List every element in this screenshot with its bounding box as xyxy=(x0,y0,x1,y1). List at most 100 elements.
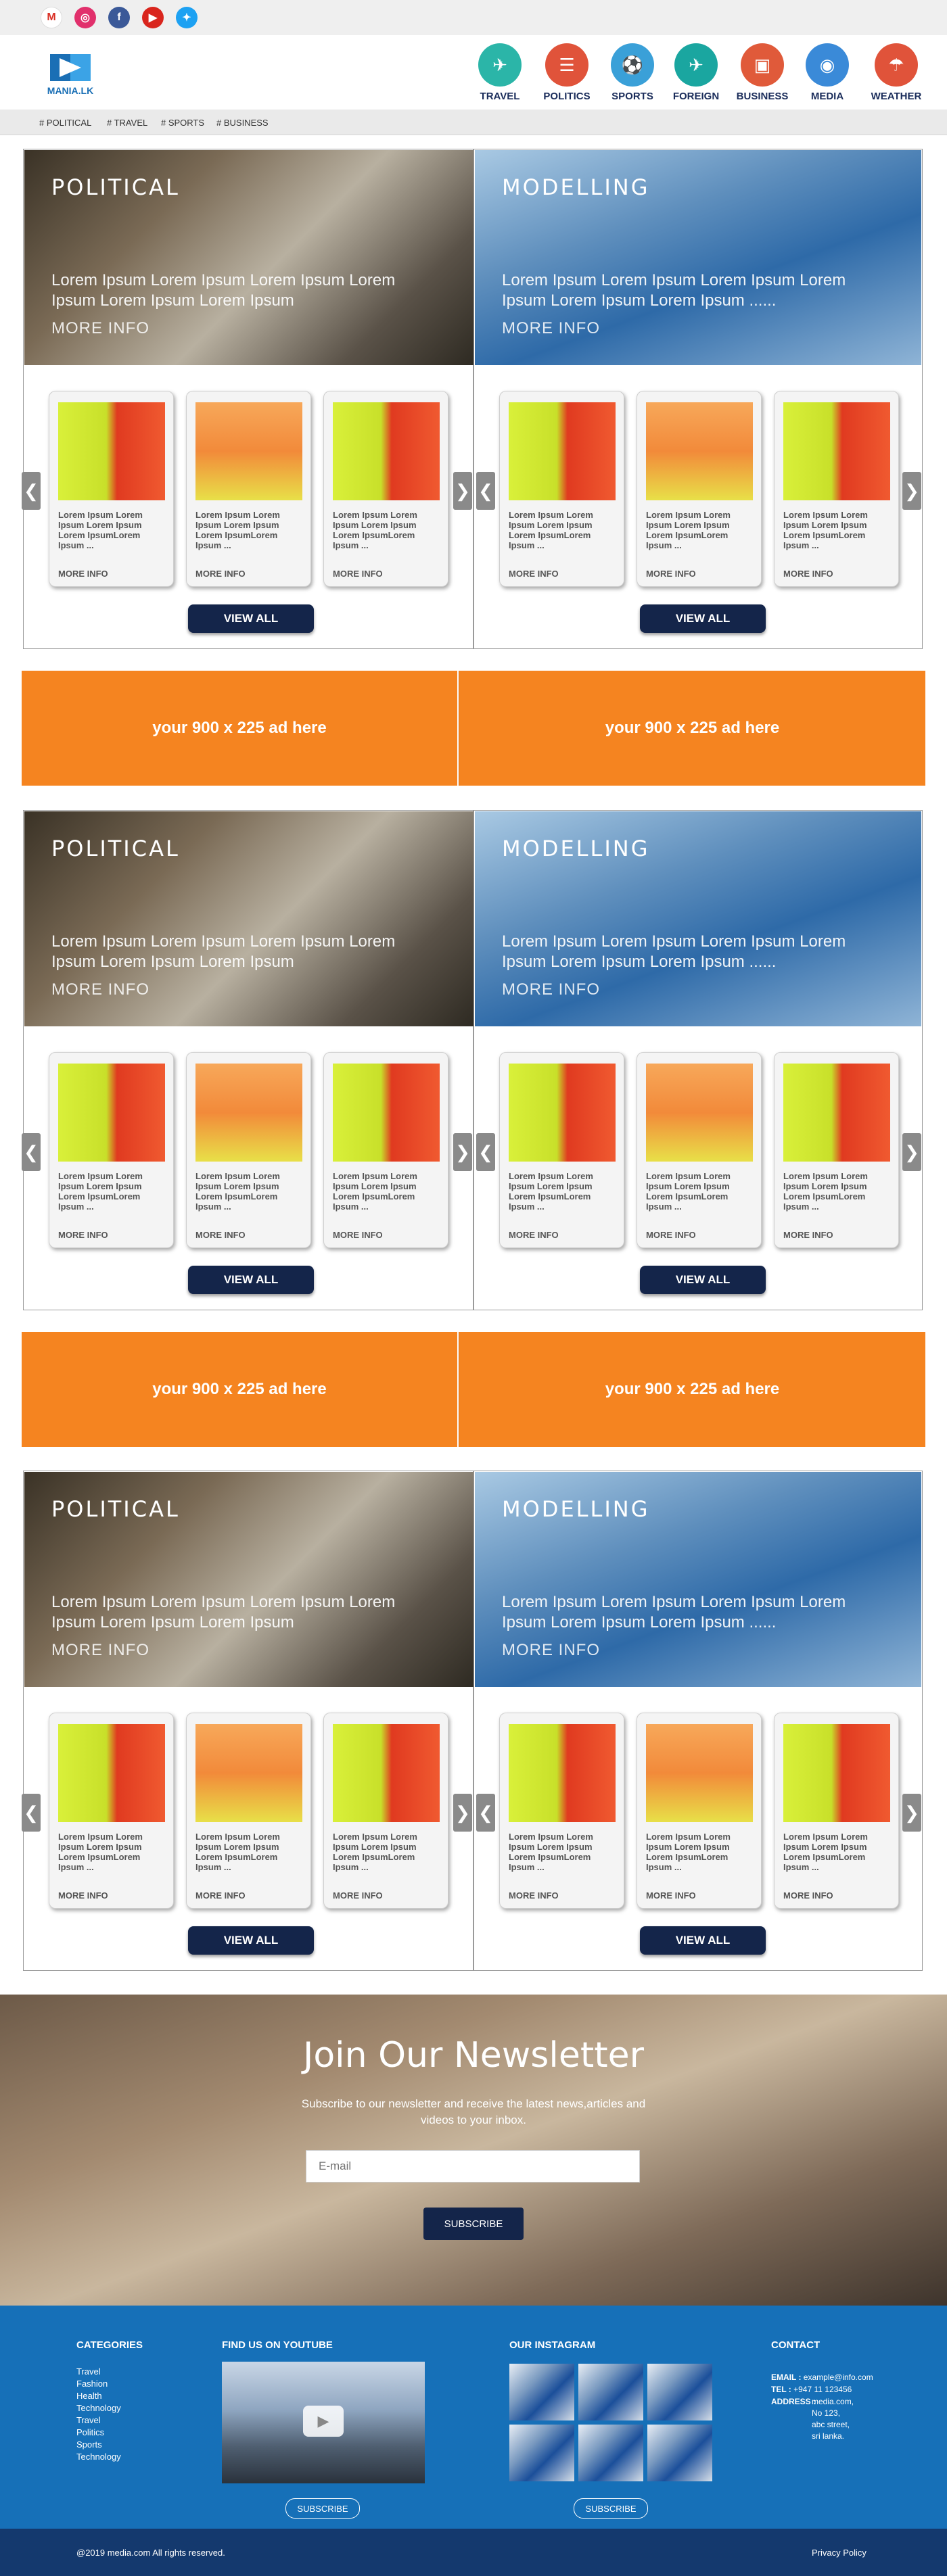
card-more-info[interactable]: MORE INFO xyxy=(333,569,383,579)
instagram-thumbnail[interactable] xyxy=(578,2425,643,2481)
hero-modelling[interactable]: MODELLING Lorem Ipsum Lorem Ipsum Lorem I… xyxy=(475,1472,921,1687)
tag-sports[interactable]: # SPORTS xyxy=(161,118,204,128)
footer-category-link[interactable]: Politics xyxy=(76,2427,104,2437)
article-card[interactable]: Lorem Ipsum Lorem Ipsum Lorem Ipsum Lore… xyxy=(774,1052,899,1248)
card-more-info[interactable]: MORE INFO xyxy=(333,1890,383,1901)
view-all-button[interactable]: VIEW ALL xyxy=(188,1266,314,1294)
view-all-button[interactable]: VIEW ALL xyxy=(640,604,766,633)
carousel-next-arrow[interactable]: ❯ xyxy=(453,1794,472,1832)
view-all-button[interactable]: VIEW ALL xyxy=(188,1926,314,1955)
ad-banner[interactable]: your 900 x 225 ad here xyxy=(459,671,925,786)
footer-category-link[interactable]: Sports xyxy=(76,2439,102,2450)
card-more-info[interactable]: MORE INFO xyxy=(58,1890,108,1901)
instagram-thumbnail[interactable] xyxy=(509,2364,574,2420)
card-more-info[interactable]: MORE INFO xyxy=(509,1230,559,1240)
nav-item-travel[interactable]: ✈ TRAVEL xyxy=(469,43,530,102)
tag-travel[interactable]: # TRAVEL xyxy=(107,118,147,128)
tag-political[interactable]: # POLITICAL xyxy=(39,118,91,128)
footer-category-link[interactable]: Travel xyxy=(76,2366,101,2377)
privacy-link[interactable]: Privacy Policy xyxy=(812,2548,867,2558)
article-card[interactable]: Lorem Ipsum Lorem Ipsum Lorem Ipsum Lore… xyxy=(49,1713,174,1909)
card-more-info[interactable]: MORE INFO xyxy=(58,569,108,579)
card-more-info[interactable]: MORE INFO xyxy=(58,1230,108,1240)
article-card[interactable]: Lorem Ipsum Lorem Ipsum Lorem Ipsum Lore… xyxy=(499,391,624,587)
article-card[interactable]: Lorem Ipsum Lorem Ipsum Lorem Ipsum Lore… xyxy=(49,391,174,587)
card-more-info[interactable]: MORE INFO xyxy=(783,1890,833,1901)
instagram-thumbnail[interactable] xyxy=(647,2364,712,2420)
hero-political[interactable]: POLITICAL Lorem Ipsum Lorem Ipsum Lorem I… xyxy=(24,811,473,1026)
twitter-icon[interactable]: ✦ xyxy=(176,7,198,28)
instagram-thumbnail[interactable] xyxy=(578,2364,643,2420)
carousel-prev-arrow[interactable]: ❮ xyxy=(22,1794,41,1832)
nav-item-media[interactable]: ◉ MEDIA xyxy=(797,43,858,102)
card-more-info[interactable]: MORE INFO xyxy=(646,1230,696,1240)
article-card[interactable]: Lorem Ipsum Lorem Ipsum Lorem Ipsum Lore… xyxy=(774,391,899,587)
footer-category-link[interactable]: Technology xyxy=(76,2403,121,2413)
nav-item-sports[interactable]: ⚽ SPORTS xyxy=(602,43,663,102)
card-more-info[interactable]: MORE INFO xyxy=(509,569,559,579)
article-card[interactable]: Lorem Ipsum Lorem Ipsum Lorem Ipsum Lore… xyxy=(186,391,311,587)
email-field[interactable] xyxy=(306,2150,640,2183)
youtube-video-thumbnail[interactable]: ▶ xyxy=(222,2362,425,2483)
ad-banner[interactable]: your 900 x 225 ad here xyxy=(459,1332,925,1447)
article-card[interactable]: Lorem Ipsum Lorem Ipsum Lorem Ipsum Lore… xyxy=(637,391,762,587)
view-all-button[interactable]: VIEW ALL xyxy=(188,604,314,633)
card-more-info[interactable]: MORE INFO xyxy=(195,1230,246,1240)
article-card[interactable]: Lorem Ipsum Lorem Ipsum Lorem Ipsum Lore… xyxy=(186,1052,311,1248)
more-info-link[interactable]: MORE INFO xyxy=(51,980,149,999)
youtube-icon[interactable]: ▶ xyxy=(142,7,164,28)
gmail-icon[interactable]: M xyxy=(41,7,62,28)
article-card[interactable]: Lorem Ipsum Lorem Ipsum Lorem Ipsum Lore… xyxy=(499,1052,624,1248)
more-info-link[interactable]: MORE INFO xyxy=(51,319,149,338)
carousel-next-arrow[interactable]: ❯ xyxy=(453,472,472,510)
article-card[interactable]: Lorem Ipsum Lorem Ipsum Lorem Ipsum Lore… xyxy=(323,391,448,587)
instagram-thumbnail[interactable] xyxy=(647,2425,712,2481)
footer-category-link[interactable]: Fashion xyxy=(76,2379,108,2389)
youtube-subscribe-button[interactable]: SUBSCRIBE xyxy=(285,2498,360,2519)
email-value[interactable]: example@info.com xyxy=(804,2372,873,2382)
nav-item-politics[interactable]: ☰ POLITICS xyxy=(536,43,597,102)
tag-business[interactable]: # BUSINESS xyxy=(216,118,269,128)
footer-category-link[interactable]: Travel xyxy=(76,2415,101,2425)
card-more-info[interactable]: MORE INFO xyxy=(783,569,833,579)
card-more-info[interactable]: MORE INFO xyxy=(646,569,696,579)
article-card[interactable]: Lorem Ipsum Lorem Ipsum Lorem Ipsum Lore… xyxy=(637,1713,762,1909)
view-all-button[interactable]: VIEW ALL xyxy=(640,1266,766,1294)
carousel-prev-arrow[interactable]: ❮ xyxy=(22,472,41,510)
card-more-info[interactable]: MORE INFO xyxy=(646,1890,696,1901)
nav-item-weather[interactable]: ☂ WEATHER xyxy=(866,43,927,102)
card-more-info[interactable]: MORE INFO xyxy=(195,569,246,579)
article-card[interactable]: Lorem Ipsum Lorem Ipsum Lorem Ipsum Lore… xyxy=(323,1713,448,1909)
carousel-prev-arrow[interactable]: ❮ xyxy=(22,1133,41,1171)
instagram-icon[interactable]: ◎ xyxy=(74,7,96,28)
carousel-next-arrow[interactable]: ❯ xyxy=(453,1133,472,1171)
card-more-info[interactable]: MORE INFO xyxy=(509,1890,559,1901)
more-info-link[interactable]: MORE INFO xyxy=(502,1641,600,1660)
carousel-next-arrow[interactable]: ❯ xyxy=(902,1794,921,1832)
nav-item-business[interactable]: ▣ BUSINESS xyxy=(732,43,793,102)
hero-political[interactable]: POLITICAL Lorem Ipsum Lorem Ipsum Lorem I… xyxy=(24,1472,473,1687)
article-card[interactable]: Lorem Ipsum Lorem Ipsum Lorem Ipsum Lore… xyxy=(49,1052,174,1248)
article-card[interactable]: Lorem Ipsum Lorem Ipsum Lorem Ipsum Lore… xyxy=(637,1052,762,1248)
more-info-link[interactable]: MORE INFO xyxy=(51,1641,149,1660)
hero-modelling[interactable]: MODELLING Lorem Ipsum Lorem Ipsum Lorem I… xyxy=(475,150,921,365)
instagram-subscribe-button[interactable]: SUBSCRIBE xyxy=(574,2498,648,2519)
hero-political[interactable]: POLITICAL Lorem Ipsum Lorem Ipsum Lorem I… xyxy=(24,150,473,365)
hero-modelling[interactable]: MODELLING Lorem Ipsum Lorem Ipsum Lorem I… xyxy=(475,811,921,1026)
ad-banner[interactable]: your 900 x 225 ad here xyxy=(22,671,457,786)
article-card[interactable]: Lorem Ipsum Lorem Ipsum Lorem Ipsum Lore… xyxy=(774,1713,899,1909)
carousel-next-arrow[interactable]: ❯ xyxy=(902,472,921,510)
card-more-info[interactable]: MORE INFO xyxy=(783,1230,833,1240)
ad-banner[interactable]: your 900 x 225 ad here xyxy=(22,1332,457,1447)
nav-item-foreign[interactable]: ✈ FOREIGN xyxy=(666,43,726,102)
logo[interactable]: MANIA.LK xyxy=(39,50,101,97)
card-more-info[interactable]: MORE INFO xyxy=(195,1890,246,1901)
footer-category-link[interactable]: Technology xyxy=(76,2452,121,2462)
article-card[interactable]: Lorem Ipsum Lorem Ipsum Lorem Ipsum Lore… xyxy=(186,1713,311,1909)
carousel-prev-arrow[interactable]: ❮ xyxy=(476,1133,495,1171)
card-more-info[interactable]: MORE INFO xyxy=(333,1230,383,1240)
instagram-thumbnail[interactable] xyxy=(509,2425,574,2481)
article-card[interactable]: Lorem Ipsum Lorem Ipsum Lorem Ipsum Lore… xyxy=(499,1713,624,1909)
carousel-prev-arrow[interactable]: ❮ xyxy=(476,472,495,510)
carousel-prev-arrow[interactable]: ❮ xyxy=(476,1794,495,1832)
